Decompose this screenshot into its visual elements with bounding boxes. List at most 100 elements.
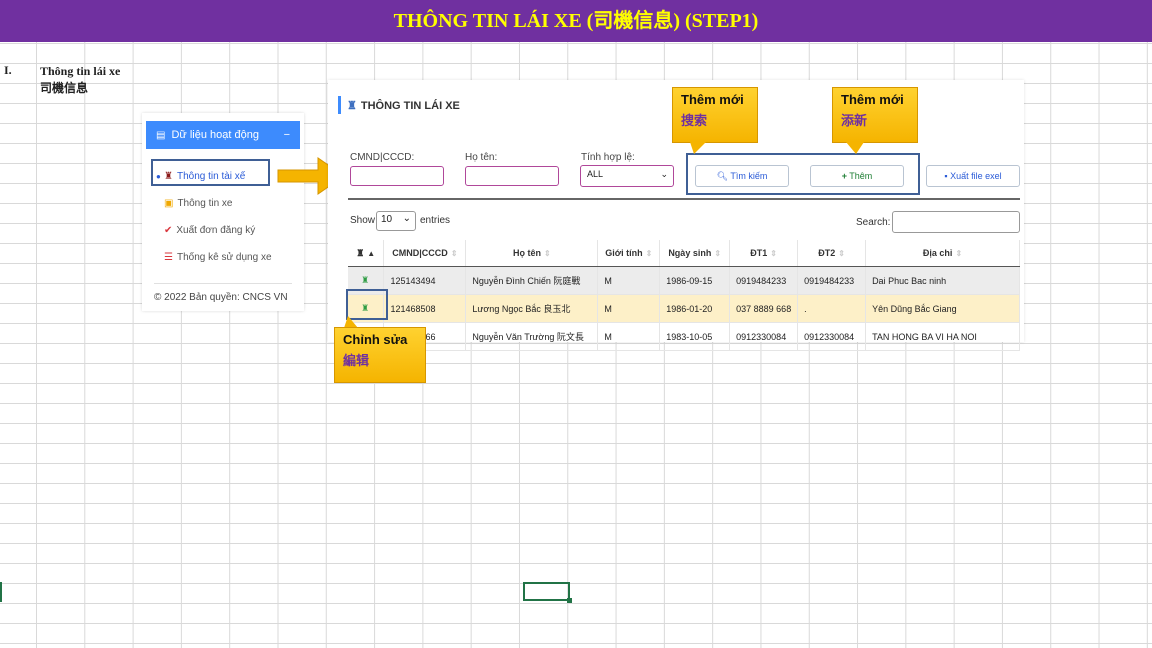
id-card-icon: ▤ [156,130,166,141]
section-title-cn: 司機信息 [40,81,89,95]
table-cell: Nguyễn Đình Chiến 阮庭戰 [465,266,599,295]
table-cell: 1986-01-20 [659,294,731,323]
chevron-down-icon: ⌄ [660,169,668,179]
sort-icon: ⇕ [450,249,458,258]
sidebar-item-label: Thông tin xe [177,198,233,209]
collapse-icon[interactable]: − [284,121,290,149]
table-row: ♜ 141784966 Nguyễn Văn Trường 阮文長 M 1983… [348,322,1020,351]
list-icon: ☰ [164,252,173,263]
table-cell: 121468508 [383,294,467,323]
callout-search-cn: 搜索 [681,113,708,128]
sort-icon: ⇕ [838,249,845,258]
panel-title: ♜ THÔNG TIN LÁI XE [338,96,460,114]
sidebar: ▤ Dữ liệu hoạt động − ● ♜ Thông tin tài xế… [142,113,304,311]
export-button[interactable]: ▪ Xuất file exel [926,165,1020,187]
table-cell: Dai Phuc Bac ninh [865,266,1020,295]
driver-icon: ♜ [356,247,365,258]
column-header-label: Địa chỉ [922,248,953,258]
sidebar-header[interactable]: ▤ Dữ liệu hoạt động − [146,121,300,149]
column-header[interactable]: CMND|CCCD ⇕ [383,240,467,267]
selected-cell[interactable] [523,582,572,603]
save-icon: ▪ [944,171,948,181]
sort-icon: ⇕ [714,249,722,258]
table-cell: Lương Ngọc Bắc 良玉北 [465,294,599,323]
name-label: Họ tên: [465,152,498,163]
table-cell: 0912330084 [797,322,867,351]
table-cell: 1986-09-15 [659,266,731,295]
driver-icon: ♜ [347,100,357,112]
column-header[interactable]: Họ tên ⇕ [465,240,599,267]
column-header-label: Giới tính [605,248,643,258]
callout-add-vi: Thêm mới [841,92,904,107]
callout-search: Thêm mới 搜索 [672,87,758,143]
section-title: Thông tin lái xe 司機信息 [40,63,120,97]
validity-label: Tính hợp lệ: [581,152,635,163]
table-cell: Yên Dũng Bắc Giang [865,294,1020,323]
table-cell: TAN HONG BA VI HA NOI [865,322,1020,351]
action-buttons-highlight [686,153,920,195]
column-header-label: ĐT2 [818,248,836,258]
sidebar-item-export-registration[interactable]: ✔ Xuất đơn đăng ký [142,217,304,244]
bus-icon: ▣ [164,198,174,209]
table-cell: M [597,322,661,351]
table-cell: 1983-10-05 [659,322,731,351]
column-header-label: Ngày sinh [668,248,712,258]
page-banner: THÔNG TIN LÁI XE (司機信息) (STEP1) [0,0,1152,42]
table-row: ♜ 121468508 Lương Ngọc Bắc 良玉北 M 1986-01… [348,294,1020,323]
callout-add-cn: 添新 [841,113,868,128]
table-cell: M [597,266,661,295]
column-header[interactable]: ĐT1 ⇕ [729,240,799,267]
callout-pointer-icon [344,316,358,328]
callout-edit: Chỉnh sửa 編辑 [334,327,426,383]
validity-select-value: ALL [587,169,604,179]
sidebar-item-label: Xuất đơn đăng ký [176,225,256,236]
column-header[interactable]: Ngày sinh ⇕ [659,240,731,267]
row-marker [0,582,2,602]
table-header-row: ♜ ▲ CMND|CCCD ⇕ Họ tên ⇕ Giới tính ⇕ Ngày si… [348,240,1020,267]
table-row: ♜ 125143494 Nguyễn Đình Chiến 阮庭戰 M 1986… [348,266,1020,295]
entries-select[interactable]: 10 ⌄ [376,211,416,231]
show-label: Show [350,215,376,226]
column-header[interactable]: Địa chỉ ⇕ [865,240,1020,267]
id-input[interactable] [350,166,444,186]
column-header[interactable]: Giới tính ⇕ [597,240,661,267]
column-header-label: Họ tên [513,248,541,258]
export-button-label: Xuất file exel [950,171,1002,181]
entries-select-value: 10 [381,214,393,225]
callout-edit-vi: Chỉnh sửa [343,332,408,347]
sort-icon: ⇕ [770,249,777,258]
table-cell: 037 8889 668 [729,294,799,323]
column-header-icon[interactable]: ♜ ▲ [348,240,385,267]
drivers-table: ♜ ▲ CMND|CCCD ⇕ Họ tên ⇕ Giới tính ⇕ Ngày si… [348,240,1020,351]
table-cell: 0919484233 [729,266,799,295]
column-header-label: ĐT1 [750,248,768,258]
sidebar-item-usage-stats[interactable]: ☰ Thống kê sử dụng xe [142,244,304,271]
callout-add: Thêm mới 添新 [832,87,918,143]
panel-title-text: THÔNG TIN LÁI XE [360,100,460,112]
sidebar-header-label: Dữ liệu hoạt động [171,129,259,141]
divider [348,198,1020,200]
validity-select[interactable]: ALL ⌄ [580,165,674,187]
sort-icon: ⇕ [645,249,653,258]
sort-icon: ⇕ [544,249,551,258]
callout-pointer-icon [846,142,864,154]
table-cell: 0919484233 [797,266,867,295]
sidebar-footer: © 2022 Bản quyền: CNCS VN [154,283,292,303]
id-label: CMND|CCCD: [350,152,415,163]
column-header-label: CMND|CCCD [392,248,448,258]
callout-pointer-icon [690,142,706,154]
chevron-down-icon: ⌄ [402,213,411,224]
search-label: Search: [856,217,891,228]
sidebar-item-label: Thống kê sử dụng xe [176,252,272,263]
column-header[interactable]: ĐT2 ⇕ [797,240,867,267]
sort-asc-icon: ▲ [367,248,376,258]
callout-edit-cn: 編辑 [343,353,370,368]
callout-search-vi: Thêm mới [681,92,744,107]
section-title-vi: Thông tin lái xe [40,64,121,78]
section-number: I. [4,63,12,77]
name-input[interactable] [465,166,559,186]
table-search-input[interactable] [892,211,1020,233]
table-cell: 0912330084 [729,322,799,351]
check-icon: ✔ [164,225,173,236]
sidebar-highlight-box [151,159,270,186]
